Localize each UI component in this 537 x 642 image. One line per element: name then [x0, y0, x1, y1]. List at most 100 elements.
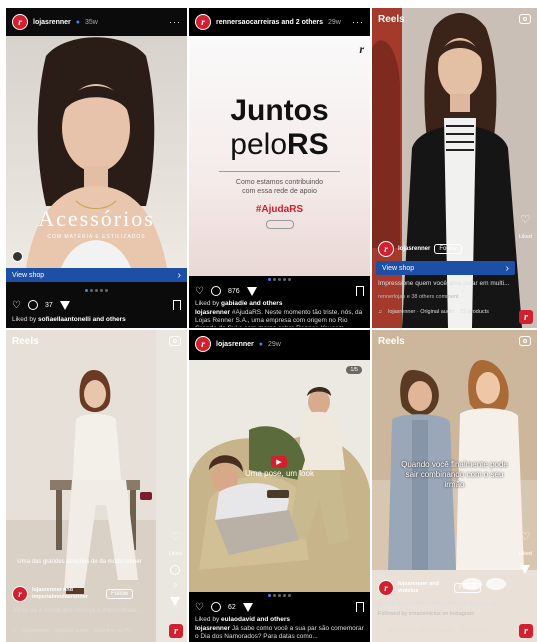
- camera-icon[interactable]: [169, 336, 181, 346]
- reel-side-actions: ♡ Liked: [519, 530, 532, 574]
- comment-icon[interactable]: [27, 300, 38, 310]
- post-image[interactable]: Acessórios COM MATÉRIA E ESTILIZADOS: [6, 36, 187, 268]
- post-time: 35w: [84, 18, 98, 26]
- likes-label: Liked: [168, 551, 182, 557]
- heart-icon[interactable]: ♡: [520, 213, 530, 226]
- avatar[interactable]: r: [195, 336, 211, 352]
- post-caption: lojasrenner Já sabe como você a sua par …: [195, 625, 364, 640]
- headline-line-1: Juntos: [230, 94, 329, 127]
- products-label[interactable]: 24 products: [460, 628, 489, 634]
- avatar[interactable]: r: [378, 241, 394, 257]
- comments-label: 9: [173, 583, 177, 589]
- liked-by-text: Liked by eulaodavid and others: [195, 616, 291, 623]
- view-shop-label: View shop: [382, 264, 415, 272]
- carousel-dots: [189, 278, 370, 281]
- save-icon[interactable]: [173, 300, 181, 310]
- reel-author: r lojasrenner and imperialmodasrenner Fo…: [12, 586, 134, 602]
- save-icon[interactable]: [356, 286, 364, 296]
- comment-count: 62: [227, 603, 236, 611]
- reels-header[interactable]: Reels: [12, 336, 39, 347]
- carousel-dots: [189, 594, 370, 597]
- post-actions: ♡ 62: [195, 600, 364, 614]
- username[interactable]: lojasrenner: [398, 246, 430, 252]
- reel-bathrobes[interactable]: Reels Quando você finalmente pode sair c…: [372, 330, 537, 642]
- reels-header[interactable]: Reels: [378, 14, 405, 25]
- reel-side-actions: ♡ Liked: [519, 213, 532, 240]
- headline-rule: [219, 171, 340, 172]
- reels-header[interactable]: Reels: [378, 336, 405, 347]
- post-uma-pose[interactable]: r lojasrenner ● 29w 1/5 ▶ Uma pose, um l…: [189, 330, 370, 642]
- view-shop-bar[interactable]: View shop ›: [376, 261, 515, 275]
- avatar[interactable]: r: [378, 580, 394, 596]
- send-icon[interactable]: [520, 565, 531, 574]
- image-title: Acessórios: [38, 206, 155, 231]
- liked-by-text: Liked by gabiadie and others: [195, 300, 283, 307]
- music-icon: ♫: [378, 309, 383, 315]
- like-count: 876: [227, 287, 240, 295]
- post-acessorios[interactable]: r lojasrenner ● 35w ··· Acessórios COM M…: [6, 8, 187, 328]
- shop-tag-icon[interactable]: [12, 251, 23, 262]
- follow-button[interactable]: Follow: [106, 589, 134, 599]
- view-shop-bar[interactable]: View shop ›: [6, 268, 187, 282]
- renner-logo: r: [359, 42, 364, 56]
- reel-jacket[interactable]: Reels ♡ Liked r lojasrenner Follow View …: [372, 8, 537, 328]
- post-time: 29w: [267, 340, 281, 348]
- heart-icon[interactable]: ♡: [170, 530, 180, 543]
- verified-icon: ●: [258, 340, 263, 348]
- reel-author: r lojasrenner and vinicius Follow: [378, 580, 482, 596]
- username[interactable]: lojasrenner: [33, 19, 71, 26]
- post-header: r lojasrenner ● 35w ···: [6, 8, 187, 36]
- username[interactable]: lojasrenner and imperialmodasrenner: [32, 587, 102, 601]
- post-header: r rennersaocarreiras and 2 others 29w ··…: [189, 8, 370, 36]
- camera-icon[interactable]: [519, 14, 531, 24]
- post-actions: ♡ 876: [195, 284, 364, 298]
- heart-icon[interactable]: ♡: [520, 530, 530, 543]
- comment-icon[interactable]: [170, 565, 181, 575]
- likes-label: Liked: [518, 551, 532, 557]
- avatar[interactable]: r: [195, 14, 211, 30]
- body-text: Como estamos contribuindo com essa rede …: [235, 179, 324, 195]
- renner-logo[interactable]: r: [519, 310, 533, 324]
- post-time: 29w: [328, 18, 341, 26]
- send-icon[interactable]: [170, 597, 181, 606]
- music-icon: ♫: [12, 628, 17, 634]
- hashtag[interactable]: #AjudaRS: [189, 204, 370, 215]
- heart-icon[interactable]: ♡: [12, 300, 21, 311]
- comment-icon[interactable]: [210, 286, 221, 296]
- renner-logo[interactable]: r: [519, 624, 533, 638]
- username[interactable]: lojasrenner: [216, 341, 254, 348]
- play-button[interactable]: ▶: [271, 456, 287, 468]
- send-icon[interactable]: [246, 286, 257, 296]
- likes-label: Liked: [518, 234, 532, 240]
- camera-icon[interactable]: [519, 336, 531, 346]
- audio-bar[interactable]: ♫ lojasrenner · Original audio 24 produc…: [378, 628, 513, 634]
- post-juntos-pelo-rs[interactable]: r rennersaocarreiras and 2 others 29w ··…: [189, 8, 370, 328]
- renner-logo[interactable]: r: [169, 624, 183, 638]
- username[interactable]: lojasrenner and vinicius: [398, 581, 450, 595]
- avatar[interactable]: r: [12, 586, 28, 602]
- heart-icon[interactable]: ♡: [195, 286, 204, 297]
- reel-white-outfit[interactable]: Reels Uma das grandes atrações de da mod…: [6, 330, 187, 642]
- more-options-icon[interactable]: ···: [169, 17, 181, 27]
- send-icon[interactable]: [59, 300, 70, 310]
- follow-button[interactable]: Follow: [454, 583, 482, 593]
- audio-bar[interactable]: ♫ lojasrenner · Original audio 22 produc…: [378, 309, 513, 315]
- follow-button[interactable]: Follow: [434, 244, 462, 254]
- headline-line-2: peloRS: [230, 128, 329, 161]
- username[interactable]: rennersaocarreiras and 2 others: [216, 19, 323, 26]
- audio-label: lojasrenner · Original audio: [388, 628, 455, 634]
- music-icon: ♫: [378, 628, 383, 634]
- products-label[interactable]: Baseline no PC: [94, 628, 132, 634]
- reel-caption: Impressione quem você ama pular em multi…: [378, 280, 510, 287]
- more-options-icon[interactable]: ···: [352, 17, 364, 27]
- comment-icon[interactable]: [210, 602, 221, 612]
- save-icon[interactable]: [356, 602, 364, 612]
- post-image[interactable]: r Juntos peloRS Como estamos contribuind…: [189, 36, 370, 276]
- send-icon[interactable]: [242, 602, 253, 612]
- view-shop-label: View shop: [12, 271, 45, 279]
- products-label[interactable]: 22 products: [460, 309, 489, 315]
- audio-bar[interactable]: ♫ lojasrenner · Original audio Baseline …: [12, 628, 163, 634]
- avatar[interactable]: r: [12, 14, 28, 30]
- small-badge: [266, 220, 294, 229]
- heart-icon[interactable]: ♡: [195, 602, 204, 613]
